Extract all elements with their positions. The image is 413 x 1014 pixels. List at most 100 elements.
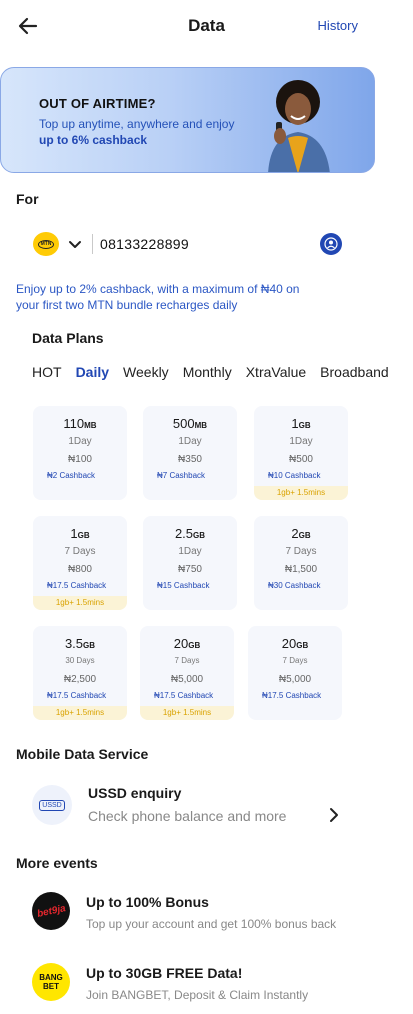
plan-card[interactable]: 2.5GB 1Day ₦750 ₦15 Cashback xyxy=(143,516,237,610)
plan-price: ₦800 xyxy=(68,564,92,575)
plan-price: ₦100 xyxy=(68,454,92,465)
plan-duration: 1Day xyxy=(289,436,313,447)
plan-unit: GB xyxy=(188,641,201,650)
phone-number-input[interactable] xyxy=(100,234,300,254)
plan-cashback: ₦30 Cashback xyxy=(268,581,321,590)
plan-cashback: ₦2 Cashback xyxy=(47,471,96,480)
plan-bonus-badge: 1gb+ 1.5mins xyxy=(140,706,234,720)
event-subtitle-bangbet: Join BANGBET, Deposit & Claim Instantly xyxy=(86,988,309,1002)
mobile-data-service-title: Mobile Data Service xyxy=(16,746,149,762)
plan-tabs: HOT Daily Weekly Monthly XtraValue Broad… xyxy=(32,364,403,384)
ussd-enquiry-title[interactable]: USSD enquiry xyxy=(88,785,181,801)
plan-price: ₦2,500 xyxy=(63,674,97,685)
plan-card[interactable]: 2GB 7 Days ₦1,500 ₦30 Cashback xyxy=(254,516,348,610)
plan-duration: 7 Days xyxy=(285,546,317,557)
plan-amount: 500 xyxy=(172,416,195,431)
plan-cashback: ₦15 Cashback xyxy=(157,581,210,590)
plan-cashback: ₦17.5 Cashback xyxy=(262,691,322,700)
ussd-icon-label: USSD xyxy=(39,799,65,811)
plan-duration: 1Day xyxy=(68,436,92,447)
history-link[interactable]: History xyxy=(318,18,358,33)
plan-unit: MB xyxy=(84,421,97,430)
event-subtitle-bet9ja: Top up your account and get 100% bonus b… xyxy=(86,917,337,931)
ussd-icon: USSD xyxy=(32,785,72,825)
plan-duration: 7 Days xyxy=(282,656,308,665)
tab-hot[interactable]: HOT xyxy=(32,364,62,384)
plan-size: 110MB xyxy=(33,416,127,431)
tab-xtravalue[interactable]: XtraValue xyxy=(246,364,306,384)
plan-cashback: ₦17.5 Cashback xyxy=(47,691,107,700)
tab-monthly[interactable]: Monthly xyxy=(183,364,232,384)
plan-size: 1GB xyxy=(33,526,127,541)
promo-banner[interactable]: OUT OF AIRTIME? Top up anytime, anywhere… xyxy=(0,67,375,173)
chevron-right-icon[interactable] xyxy=(326,807,342,823)
banner-highlight: up to 6% cashback xyxy=(39,133,148,147)
plan-size: 2GB xyxy=(254,526,348,541)
woman-on-phone-image xyxy=(268,80,330,172)
plan-card[interactable]: 3.5GB 30 Days ₦2,500 ₦17.5 Cashback 1gb+ 1.5… xyxy=(33,626,127,720)
plan-amount: 3.5 xyxy=(64,636,84,651)
divider xyxy=(92,234,93,254)
more-events-title: More events xyxy=(16,855,98,871)
plan-size: 3.5GB xyxy=(33,636,127,651)
plan-amount: 2 xyxy=(291,526,299,541)
plan-duration: 30 Days xyxy=(65,656,95,665)
plan-bonus-badge: 1gb+ 1.5mins xyxy=(33,706,127,720)
bet9ja-logo-icon[interactable]: bet9ja xyxy=(32,892,70,930)
banner-subtitle: Top up anytime, anywhere and enjoy xyxy=(39,117,235,131)
event-title-bet9ja[interactable]: Up to 100% Bonus xyxy=(86,894,209,910)
plan-unit: GB xyxy=(298,421,311,430)
tab-daily[interactable]: Daily xyxy=(76,364,109,384)
mtn-logo-icon[interactable]: MTN xyxy=(33,232,59,256)
plan-amount: 110 xyxy=(63,416,85,431)
tab-weekly[interactable]: Weekly xyxy=(123,364,169,384)
plan-amount: 1 xyxy=(70,526,78,541)
plan-unit: GB xyxy=(298,531,311,540)
for-label: For xyxy=(16,191,39,207)
plan-card[interactable]: 20GB 7 Days ₦5,000 ₦17.5 Cashback xyxy=(248,626,342,720)
plan-bonus-badge: 1gb+ 1.5mins xyxy=(254,486,348,500)
header: Data History xyxy=(0,0,413,52)
plan-card[interactable]: 1GB 7 Days ₦800 ₦17.5 Cashback 1gb+ 1.5mins xyxy=(33,516,127,610)
plan-amount: 20 xyxy=(173,636,189,651)
network-logo-text: MTN xyxy=(38,239,54,249)
plan-unit: GB xyxy=(193,531,206,540)
plan-card[interactable]: 1GB 1Day ₦500 ₦10 Cashback 1gb+ 1.5mins xyxy=(254,406,348,500)
plan-price: ₦750 xyxy=(178,564,202,575)
plan-card[interactable]: 20GB 7 Days ₦5,000 ₦17.5 Cashback 1gb+ 1.5mi… xyxy=(140,626,234,720)
bet9ja-logo-text: bet9ja xyxy=(35,902,67,920)
plan-size: 20GB xyxy=(140,636,234,651)
plan-unit: GB xyxy=(77,531,90,540)
plan-size: 500MB xyxy=(143,416,237,431)
plan-price: ₦500 xyxy=(289,454,313,465)
plan-cashback: ₦17.5 Cashback xyxy=(154,691,214,700)
plan-unit: GB xyxy=(296,641,309,650)
plan-size: 20GB xyxy=(248,636,342,651)
plan-price: ₦1,500 xyxy=(284,564,318,575)
event-title-bangbet[interactable]: Up to 30GB FREE Data! xyxy=(86,965,242,981)
plan-duration: 1Day xyxy=(178,436,202,447)
plan-price: ₦5,000 xyxy=(170,674,204,685)
contact-picker-icon[interactable] xyxy=(320,233,342,255)
plan-unit: MB xyxy=(194,421,208,430)
tab-broadband[interactable]: Broadband xyxy=(320,364,389,384)
plan-amount: 20 xyxy=(281,636,297,651)
plan-card[interactable]: 110MB 1Day ₦100 ₦2 Cashback xyxy=(33,406,127,500)
data-plans-title: Data Plans xyxy=(32,330,104,346)
plan-cashback: ₦10 Cashback xyxy=(268,471,321,480)
plan-size: 1GB xyxy=(254,416,348,431)
plan-cashback: ₦17.5 Cashback xyxy=(47,581,107,590)
plan-amount: 1 xyxy=(291,416,299,431)
bangbet-logo-text: BANG BET xyxy=(39,973,63,991)
plan-duration: 1Day xyxy=(178,546,202,557)
bangbet-logo-icon[interactable]: BANG BET xyxy=(32,963,70,1001)
chevron-down-icon[interactable] xyxy=(67,236,83,252)
plan-amount: 2.5 xyxy=(174,526,194,541)
plan-duration: 7 Days xyxy=(174,656,200,665)
plan-price: ₦350 xyxy=(178,454,202,465)
plan-unit: GB xyxy=(83,641,96,650)
cashback-note: Enjoy up to 2% cashback, with a maximum … xyxy=(16,282,300,312)
plan-card[interactable]: 500MB 1Day ₦350 ₦7 Cashback xyxy=(143,406,237,500)
plan-duration: 7 Days xyxy=(64,546,96,557)
banner-title: OUT OF AIRTIME? xyxy=(39,96,156,111)
